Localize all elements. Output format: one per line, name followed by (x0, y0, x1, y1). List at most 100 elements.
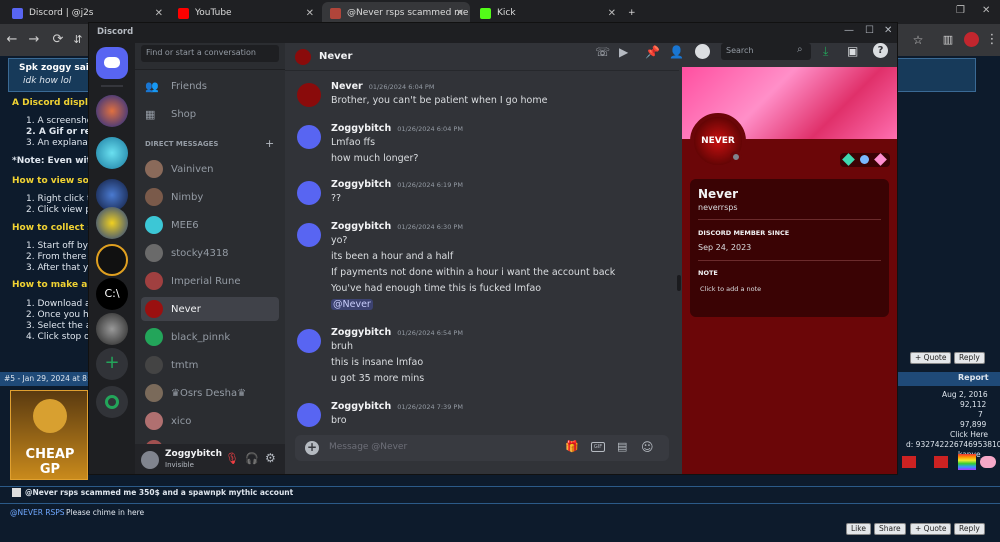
reply-button[interactable]: Reply (954, 523, 985, 535)
browser-tab-youtube[interactable]: YouTube ✕ (170, 2, 320, 24)
window-close-icon[interactable]: ✕ (982, 5, 990, 16)
close-window-icon[interactable]: ✕ (884, 25, 892, 36)
user-profile-toggle-icon[interactable] (695, 44, 710, 59)
add-friends-to-dm-icon[interactable]: 👤 (669, 45, 684, 59)
add-server-icon[interactable]: + (96, 348, 128, 380)
message-avatar[interactable] (297, 83, 321, 107)
inbox-icon[interactable]: ▣ (847, 44, 858, 58)
maximize-icon[interactable]: ☐ (865, 25, 874, 36)
header-avatar (295, 48, 311, 65)
upload-plus-icon[interactable]: + (305, 441, 319, 455)
dm-item[interactable]: xico (141, 409, 279, 433)
dm-item[interactable]: stocky4318 (141, 241, 279, 265)
message-scrollbar[interactable] (677, 275, 681, 291)
gift-icon[interactable]: 🎁 (565, 440, 579, 453)
site-info-icon[interactable]: ⇵ (68, 24, 88, 56)
message-author[interactable]: Never (331, 81, 363, 92)
mic-muted-icon[interactable]: 🎙 (225, 452, 239, 465)
find-conversation-input[interactable]: Find or start a conversation (141, 45, 279, 62)
share-button[interactable]: Share (874, 523, 906, 535)
like-button[interactable]: Like (846, 523, 871, 535)
discord-home-icon[interactable] (96, 47, 128, 79)
close-tab-icon[interactable]: ✕ (456, 8, 464, 19)
browser-tab-kick[interactable]: Kick ✕ (472, 2, 622, 24)
nav-shop[interactable]: ▦ Shop (141, 102, 279, 126)
server-icon[interactable] (96, 137, 128, 169)
message-author[interactable]: Zoggybitch (331, 401, 391, 412)
message-avatar[interactable] (297, 403, 321, 427)
stat-link[interactable]: Click Here (950, 430, 988, 439)
reply-button[interactable]: Reply (954, 352, 985, 364)
dm-item[interactable]: black_pinnk (141, 325, 279, 349)
minimize-icon[interactable]: — (844, 25, 854, 36)
sticker-icon[interactable]: ▤ (617, 440, 627, 453)
create-dm-icon[interactable]: + (265, 137, 274, 150)
discord-favicon-icon (12, 7, 23, 19)
dm-item[interactable]: ♛Osrs Desha♛ (141, 381, 279, 405)
message-avatar[interactable] (297, 125, 321, 149)
close-tab-icon[interactable]: ✕ (306, 8, 314, 19)
user-mention[interactable]: @Never (331, 299, 373, 310)
message-input[interactable]: Message @Never (329, 442, 407, 452)
message-avatar[interactable] (297, 329, 321, 353)
message-author[interactable]: Zoggybitch (331, 123, 391, 134)
quote-button[interactable]: + Quote (910, 352, 952, 364)
back-icon[interactable]: ← (2, 24, 22, 56)
settings-gear-icon[interactable]: ⚙ (265, 451, 276, 465)
server-icon[interactable] (96, 244, 128, 276)
headphones-icon[interactable]: 🎧 (245, 452, 259, 465)
message-timestamp: 01/26/2024 6:19 PM (397, 181, 463, 189)
thread-title[interactable]: @Never rsps scammed me 350$ and a spawnp… (25, 488, 293, 497)
message-author[interactable]: Zoggybitch (331, 179, 391, 190)
close-tab-icon[interactable]: ✕ (155, 8, 163, 19)
close-tab-icon[interactable]: ✕ (608, 8, 616, 19)
dm-item[interactable]: Vainiven (141, 157, 279, 181)
video-call-icon[interactable]: ▶ (619, 45, 628, 59)
nav-friends[interactable]: 👥 Friends (141, 74, 279, 98)
profile-info-card: Never neverrsps DISCORD MEMBER SINCE Sep… (690, 179, 889, 317)
quote-button[interactable]: + Quote (910, 523, 952, 535)
pinned-messages-icon[interactable]: 📌 (645, 45, 660, 59)
report-link[interactable]: Report (958, 373, 989, 382)
help-icon[interactable]: ? (873, 43, 888, 58)
server-icon[interactable] (96, 313, 128, 345)
dm-item[interactable]: MEE6 (141, 213, 279, 237)
message-text: u got 35 more mins (331, 373, 425, 384)
bookmark-star-icon[interactable]: ☆ (908, 24, 928, 56)
window-restore-icon[interactable]: ❐ (956, 5, 965, 16)
reload-icon[interactable]: ⟳ (48, 24, 68, 56)
message-author[interactable]: Zoggybitch (331, 221, 391, 232)
search-box[interactable]: Search ⌕ (721, 43, 811, 60)
gif-icon[interactable]: GIF (591, 442, 605, 452)
browser-tab-forum[interactable]: @Never rsps scammed me 350✕ (322, 2, 470, 24)
new-tab-button[interactable]: + (624, 2, 642, 24)
browser-tab-discord[interactable]: Discord | @j2s ✕ (4, 2, 169, 24)
note-input[interactable]: Click to add a note (700, 285, 761, 293)
profile-avatar-icon[interactable] (964, 32, 979, 47)
dm-item[interactable]: tmtm (141, 353, 279, 377)
message-text: ?? (331, 193, 342, 204)
explore-servers-icon[interactable] (96, 386, 128, 418)
dm-item[interactable]: Nimby (141, 185, 279, 209)
emoji-icon[interactable]: ☺ (641, 440, 654, 454)
forward-icon[interactable]: → (24, 24, 44, 56)
message-text: how much longer? (331, 153, 419, 164)
download-icon[interactable]: ⤓ (823, 44, 828, 59)
dm-item[interactable]: Imperial Rune (141, 269, 279, 293)
message-avatar[interactable] (297, 223, 321, 247)
browser-menu-icon[interactable]: ⋮ (982, 24, 1000, 56)
dm-item[interactable]: Never (141, 297, 279, 321)
dm-avatar (145, 300, 163, 318)
dm-name: MEE6 (171, 219, 199, 231)
forum-list-item: 3. After that yo (26, 263, 94, 273)
reply-mention[interactable]: @NEVER RSPS (10, 508, 65, 517)
message-avatar[interactable] (297, 181, 321, 205)
server-icon[interactable] (96, 95, 128, 127)
cmd-server-icon[interactable]: C:\ (96, 278, 128, 310)
message-text: bro (331, 415, 347, 426)
voice-call-icon[interactable]: ☏ (595, 45, 610, 59)
user-avatar[interactable] (141, 451, 159, 469)
message-author[interactable]: Zoggybitch (331, 327, 391, 338)
side-panel-icon[interactable]: ▥ (938, 24, 958, 56)
server-icon[interactable] (96, 207, 128, 239)
